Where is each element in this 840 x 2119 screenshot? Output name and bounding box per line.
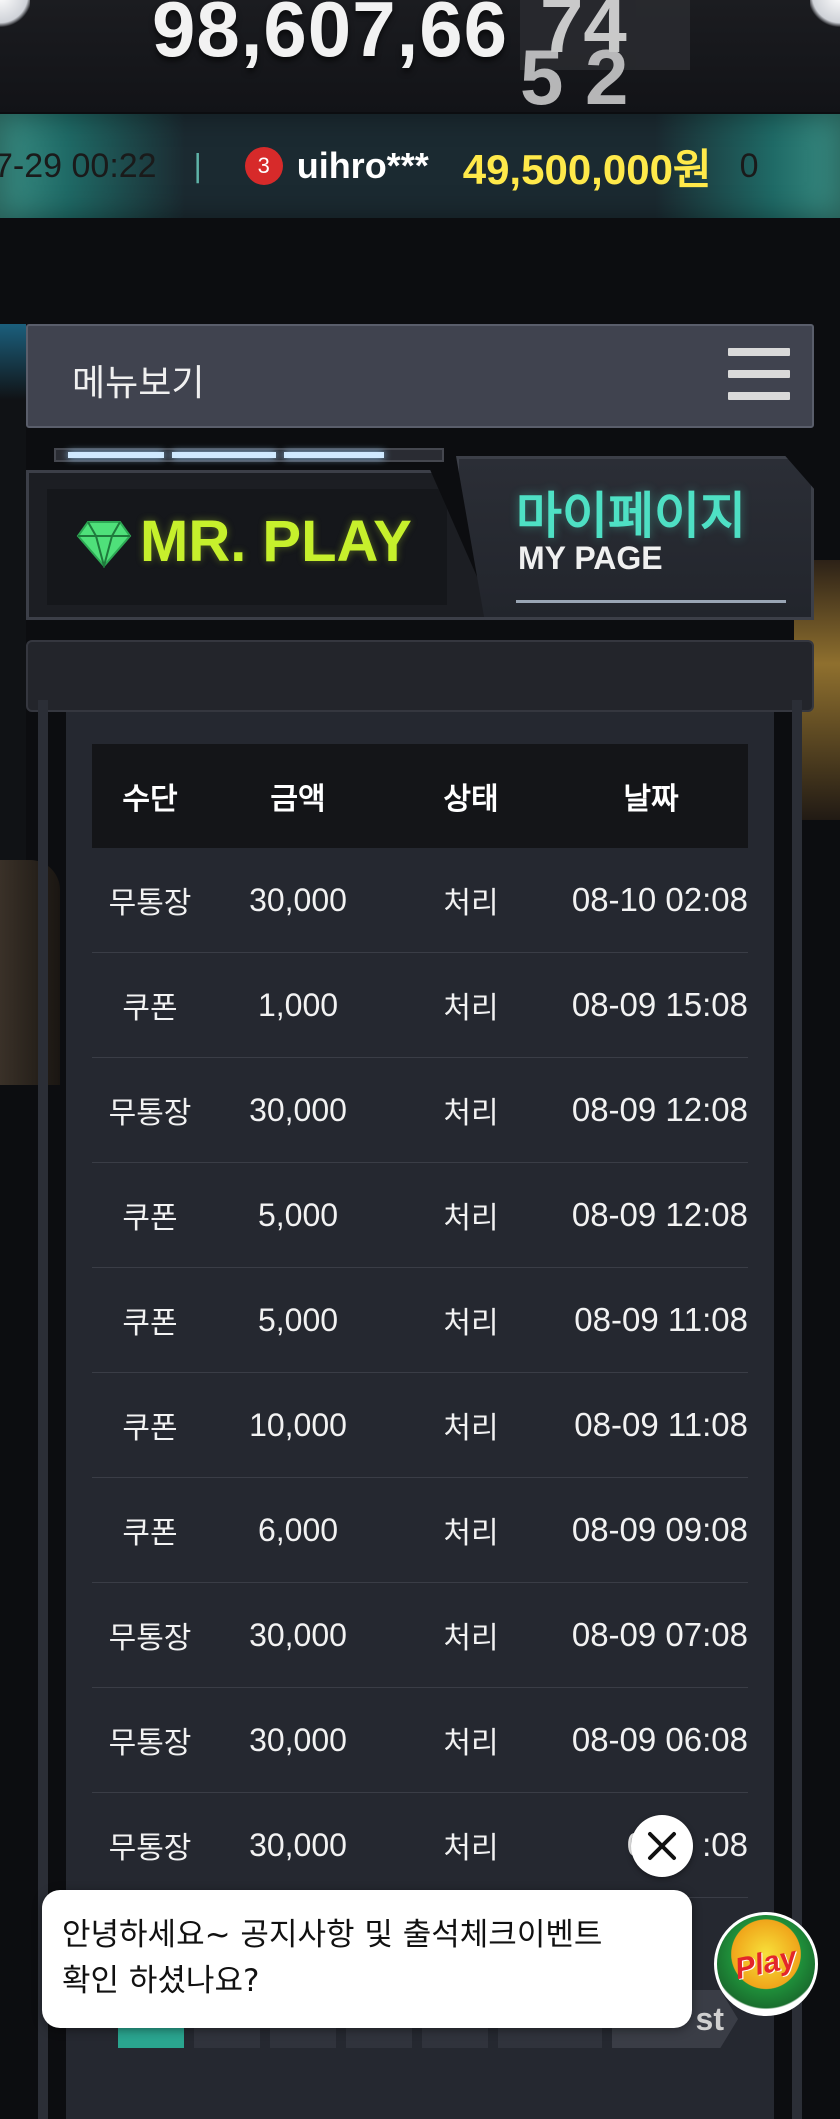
- cell-date: 08-10 02:08: [571, 881, 748, 918]
- cell-method: 무통장: [108, 1831, 192, 1866]
- table-row: 무통장 30,000 처리 08-09 12:08: [92, 1058, 748, 1163]
- cell-method: 무통장: [108, 1726, 192, 1761]
- ticker-amount: 49,500,000원: [462, 145, 712, 193]
- chat-message-bubble[interactable]: 안녕하세요~ 공지사항 및 출석체크이벤트 확인 하셨나요?: [42, 1890, 692, 2028]
- header-date: 날짜: [623, 782, 679, 817]
- close-icon[interactable]: [631, 1815, 693, 1877]
- cell-method: 무통장: [108, 1621, 192, 1656]
- cell-amount: 1,000: [257, 986, 339, 1023]
- rolling-digit-bottom: 5 2: [520, 33, 629, 112]
- cell-amount: 30,000: [249, 881, 347, 918]
- cell-status: 처리: [443, 991, 499, 1026]
- page-title-korean: 마이페이지: [516, 487, 746, 545]
- jackpot-counter: 98,607,66 74 5 2: [0, 0, 840, 112]
- table-row: 무통장 30,000 처리 08-10 02:08: [92, 848, 748, 953]
- transaction-table: 수단 금액 상태 날짜 무통장 30,000 처리 08-10 02:08 쿠폰…: [92, 744, 748, 1898]
- header-method: 수단: [122, 782, 178, 817]
- cell-method: 쿠폰: [122, 1306, 178, 1341]
- header-amount: 금액: [270, 782, 326, 817]
- ticker-row: 7-29 00:22 | 3 uihro*** 49,500,000원 0: [0, 114, 759, 218]
- cell-date: 08-09 07:08: [571, 1616, 748, 1653]
- diamond-icon: [76, 521, 132, 568]
- cell-status: 처리: [443, 1726, 499, 1761]
- panel-header: [26, 640, 814, 712]
- page-title-english: MY PAGE: [518, 540, 663, 576]
- menu-label: 메뉴보기: [72, 363, 205, 404]
- cell-status: 처리: [443, 1411, 499, 1446]
- cell-status: 처리: [443, 886, 499, 921]
- cell-date: 08-09 06:08: [571, 1721, 748, 1758]
- cell-status: 처리: [443, 1201, 499, 1236]
- chat-message-line-2: 확인 하셨나요?: [62, 1963, 260, 1999]
- ticker-next-item: 0: [739, 146, 759, 185]
- cell-amount: 30,000: [249, 1616, 347, 1653]
- corner-decoration-right: [810, 0, 840, 30]
- brand-logo-text: MR. PLAY: [140, 509, 412, 574]
- background-character: [0, 860, 60, 1085]
- cell-date: 08-09 11:08: [574, 1301, 748, 1338]
- cell-status: 처리: [443, 1621, 499, 1656]
- cell-date: 08-09 15:08: [571, 986, 748, 1023]
- cell-method: 무통장: [108, 886, 192, 921]
- cell-amount: 6,000: [257, 1511, 339, 1548]
- cell-amount: 10,000: [249, 1406, 347, 1443]
- cell-date: 08-09 12:08: [571, 1091, 748, 1128]
- cell-date: 08-09 12:08: [571, 1196, 748, 1233]
- chat-launcher-avatar[interactable]: Play: [714, 1912, 818, 2016]
- cell-status: 처리: [443, 1831, 499, 1866]
- jackpot-amount: 98,607,66: [152, 0, 509, 73]
- rank-badge: 3: [244, 147, 283, 185]
- cell-amount: 5,000: [257, 1196, 339, 1233]
- right-pole: [792, 700, 802, 2119]
- cell-amount: 30,000: [249, 1826, 347, 1863]
- cell-method: 쿠폰: [122, 1201, 178, 1236]
- sign-light-rail: [54, 448, 444, 462]
- table-header: 수단 금액 상태 날짜: [92, 744, 748, 848]
- ticker-separator: |: [192, 148, 203, 184]
- table-row: 무통장 30,000 처리 08-09 07:08: [92, 1583, 748, 1688]
- ticker-date: 7-29 00:22: [0, 146, 157, 185]
- hamburger-icon[interactable]: [728, 348, 790, 406]
- cell-amount: 30,000: [249, 1721, 347, 1758]
- cell-amount: 30,000: [249, 1091, 347, 1128]
- table-row: 무통장 30,000 처리 08-09 06:08: [92, 1688, 748, 1793]
- cell-date: 08-09 09:08: [571, 1511, 748, 1548]
- chat-avatar-logo: Play: [732, 1940, 800, 1987]
- close-glyph: [648, 1832, 676, 1860]
- cell-date: 08-09 11:08: [574, 1406, 748, 1443]
- table-row: 쿠폰 10,000 처리 08-09 11:08: [92, 1373, 748, 1478]
- table-row: 쿠폰 5,000 처리 08-09 11:08: [92, 1268, 748, 1373]
- chat-message-line-1: 안녕하세요~ 공지사항 및 출석체크이벤트: [62, 1917, 603, 1953]
- winner-ticker: 7-29 00:22 | 3 uihro*** 49,500,000원 0: [0, 114, 840, 218]
- table-row: 쿠폰 6,000 처리 08-09 09:08: [92, 1478, 748, 1583]
- header-status: 상태: [443, 782, 499, 817]
- cell-status: 처리: [443, 1306, 499, 1341]
- menu-toggle-bar[interactable]: 메뉴보기: [26, 324, 814, 428]
- page-sign: MR. PLAY 마이페이지 MY PAGE: [26, 440, 814, 630]
- ticker-username: uihro***: [296, 145, 429, 186]
- cell-method: 쿠폰: [122, 1516, 178, 1551]
- sign-underline: [516, 600, 786, 603]
- cell-method: 쿠폰: [122, 1411, 178, 1446]
- corner-decoration-left: [0, 0, 30, 30]
- jackpot-rolling-digits: 74 5 2: [520, 0, 690, 112]
- cell-method: 쿠폰: [122, 991, 178, 1026]
- cell-method: 무통장: [108, 1096, 192, 1131]
- cell-status: 처리: [443, 1516, 499, 1551]
- cell-status: 처리: [443, 1096, 499, 1131]
- table-row: 쿠폰 1,000 처리 08-09 15:08: [92, 953, 748, 1058]
- table-row: 쿠폰 5,000 처리 08-09 12:08: [92, 1163, 748, 1268]
- cell-amount: 5,000: [257, 1301, 339, 1338]
